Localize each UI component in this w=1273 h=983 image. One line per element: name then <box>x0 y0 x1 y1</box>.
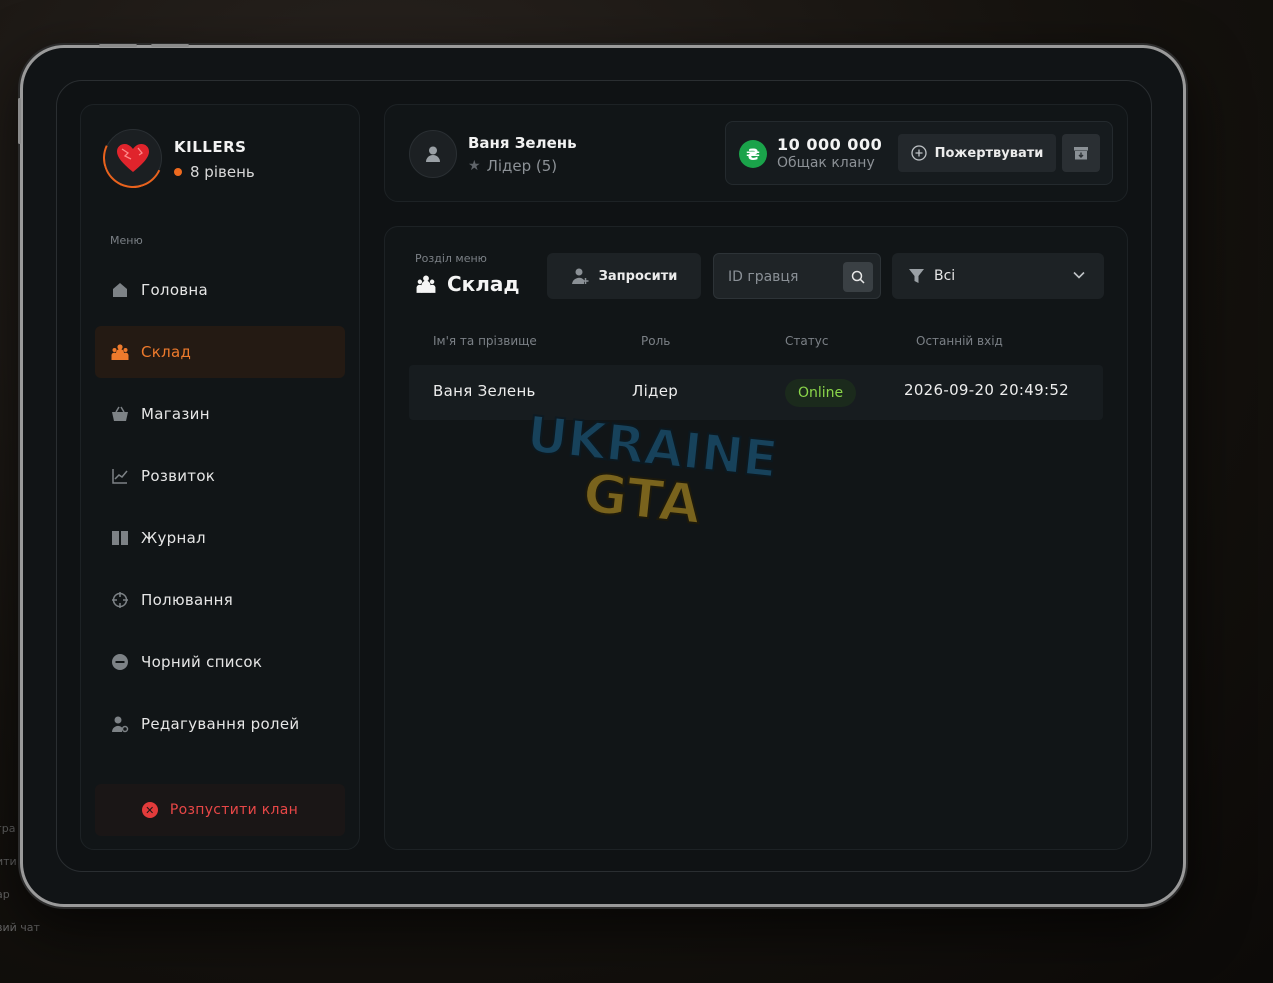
invite-label: Запросити <box>598 268 678 284</box>
filter-icon <box>909 269 924 283</box>
user-role-text: Лідер (5) <box>486 157 558 175</box>
shop-basket-icon <box>112 406 128 421</box>
background-text: гра <box>0 822 16 835</box>
sidebar-item-edit-roles[interactable]: Редагування ролей <box>95 698 345 750</box>
user-name: Ваня Зелень <box>468 134 577 152</box>
tablet-screen: KILLERS 8 рівень Меню Головна Склад Мага… <box>56 80 1152 872</box>
donate-label: Пожертвувати <box>934 145 1044 161</box>
sidebar-item-hunting[interactable]: Полювання <box>95 574 345 626</box>
clan-bank-panel: ₴ 10 000 000 Общак клану Пожертвувати <box>725 121 1113 185</box>
chart-line-icon <box>112 469 128 484</box>
archive-button[interactable] <box>1062 134 1100 172</box>
search-icon <box>851 270 865 284</box>
page-title-text: Склад <box>447 272 520 296</box>
user-icon <box>426 146 440 162</box>
avatar[interactable] <box>409 130 457 178</box>
star-icon: ★ <box>468 158 481 174</box>
tablet-hardware-button <box>18 98 21 144</box>
crosshair-icon <box>112 592 128 608</box>
sidebar-item-members[interactable]: Склад <box>95 326 345 378</box>
tablet-hardware-button <box>99 44 137 47</box>
sidebar-item-development[interactable]: Розвиток <box>95 450 345 502</box>
add-user-icon <box>571 268 589 284</box>
chevron-down-icon <box>1073 271 1085 279</box>
bank-amount: 10 000 000 <box>777 135 883 154</box>
plus-circle-icon <box>910 145 927 161</box>
dissolve-clan-label: Розпустити клан <box>169 802 299 818</box>
profile-header: Ваня Зелень ★ Лідер (5) ₴ 10 000 000 Общ… <box>384 104 1128 202</box>
dissolve-clan-button[interactable]: ✕ Розпустити клан <box>95 784 345 836</box>
role-filter-select[interactable]: Всі <box>892 253 1104 299</box>
book-icon <box>112 531 128 545</box>
member-name: Ваня Зелень <box>433 382 536 400</box>
column-header-status: Статус <box>785 334 829 348</box>
column-header-last-login: Останній вхід <box>916 334 1003 348</box>
minus-circle-icon <box>112 654 128 670</box>
clan-level: 8 рівень <box>174 163 255 181</box>
level-dot-icon <box>174 168 182 176</box>
members-panel: Розділ меню Склад Запросити ID гравця Вс… <box>384 226 1128 850</box>
clan-avatar <box>94 119 172 197</box>
column-header-role: Роль <box>641 334 671 348</box>
archive-box-icon <box>1074 147 1088 160</box>
search-input[interactable] <box>728 266 838 288</box>
members-icon <box>416 275 436 293</box>
background-text: ар <box>0 888 10 901</box>
filter-value: Всі <box>934 268 956 284</box>
page-title: Склад <box>415 272 520 296</box>
player-id-search <box>713 253 881 299</box>
invite-button[interactable]: Запросити <box>547 253 701 299</box>
home-icon <box>113 283 127 297</box>
clan-name: KILLERS <box>174 138 247 156</box>
sidebar-item-journal[interactable]: Журнал <box>95 512 345 564</box>
bank-label: Общак клану <box>777 155 875 171</box>
column-header-name: Ім'я та прізвище <box>433 334 537 348</box>
sidebar-item-label: Полювання <box>141 591 234 609</box>
user-role: ★ Лідер (5) <box>468 157 557 175</box>
donate-button[interactable]: Пожертвувати <box>898 134 1056 172</box>
section-label: Розділ меню <box>415 252 487 265</box>
sidebar-item-blacklist[interactable]: Чорний список <box>95 636 345 688</box>
background-text: вий чат <box>0 921 40 934</box>
hryvnia-icon: ₴ <box>739 140 767 168</box>
user-settings-icon <box>111 716 129 733</box>
member-last-login: 2026-09-20 20:49:52 <box>904 381 1070 399</box>
clan-level-text: 8 рівень <box>190 163 255 181</box>
tablet-hardware-button <box>151 44 189 47</box>
close-circle-icon: ✕ <box>141 802 158 818</box>
sidebar-item-label: Головна <box>141 281 209 299</box>
tablet-frame: KILLERS 8 рівень Меню Головна Склад Мага… <box>18 44 1186 907</box>
sidebar-item-label: Журнал <box>141 529 206 547</box>
sidebar-item-label: Редагування ролей <box>141 715 300 733</box>
search-button[interactable] <box>843 262 873 292</box>
watermark-logo: UKRAINE GTA <box>523 412 780 532</box>
sidebar-item-shop[interactable]: Магазин <box>95 388 345 440</box>
menu-label: Меню <box>110 234 143 247</box>
sidebar-item-label: Розвиток <box>141 467 216 485</box>
sidebar-item-label: Магазин <box>141 405 210 423</box>
status-badge: Online <box>785 379 857 407</box>
members-icon <box>111 344 129 360</box>
member-role: Лідер <box>632 382 679 400</box>
sidebar: KILLERS 8 рівень Меню Головна Склад Мага… <box>80 104 360 850</box>
watermark-line2: GTA <box>580 461 704 532</box>
sidebar-item-home[interactable]: Головна <box>95 264 345 316</box>
sidebar-item-label: Чорний список <box>141 653 263 671</box>
sidebar-item-label: Склад <box>141 343 192 361</box>
